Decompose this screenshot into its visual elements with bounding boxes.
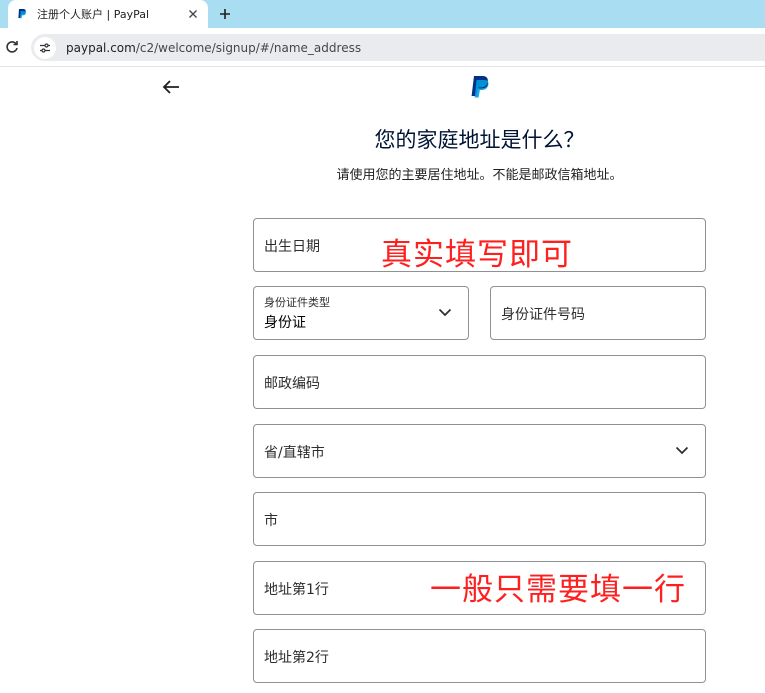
city-field[interactable]: 市 [253,492,706,546]
chevron-down-icon [438,305,452,319]
page-subtitle: 请使用您的主要居住地址。不能是邮政信箱地址。 [336,168,623,183]
chevron-down-icon [675,443,689,457]
province-label: 省/直辖市 [264,445,325,461]
birth-date-label: 出生日期 [264,239,320,255]
id-type-value: 身份证 [264,315,306,331]
address-line1-label: 地址第1行 [264,582,329,598]
address-line2-field[interactable]: 地址第2行 [253,629,706,683]
url-text: paypal.com/c2/welcome/signup/#/name_addr… [66,41,361,55]
browser-tab-strip: 注册个人账户 | PayPal [0,0,765,28]
annotation-one-line: 一般只需要填一行 [430,572,686,608]
url-host: paypal.com [66,40,136,55]
paypal-favicon-icon [16,8,28,20]
reload-icon[interactable] [4,39,20,55]
id-type-label: 身份证件类型 [264,296,330,309]
url-path: /c2/welcome/signup/#/name_address [135,40,362,55]
postal-code-field[interactable]: 邮政编码 [253,355,706,409]
site-settings-icon[interactable] [34,36,56,59]
province-select[interactable]: 省/直辖市 [253,424,706,478]
postal-code-label: 邮政编码 [264,376,320,392]
close-icon[interactable] [186,7,200,21]
paypal-logo [468,74,492,102]
address-line2-label: 地址第2行 [264,650,329,666]
id-number-field[interactable]: 身份证件号码 [490,286,706,340]
tab-title: 注册个人账户 | PayPal [37,8,150,21]
plus-icon[interactable] [215,4,235,24]
browser-toolbar: paypal.com/c2/welcome/signup/#/name_addr… [0,28,765,67]
city-label: 市 [264,513,278,529]
page-title: 您的家庭地址是什么？ [374,128,585,152]
address-bar[interactable]: paypal.com/c2/welcome/signup/#/name_addr… [31,34,765,61]
id-number-label: 身份证件号码 [501,307,585,323]
id-type-select[interactable]: 身份证件类型 身份证 [253,286,469,340]
back-arrow-icon[interactable] [160,77,182,97]
browser-tab[interactable]: 注册个人账户 | PayPal [8,0,208,28]
annotation-fill-truthfully: 真实填写即可 [381,237,573,273]
